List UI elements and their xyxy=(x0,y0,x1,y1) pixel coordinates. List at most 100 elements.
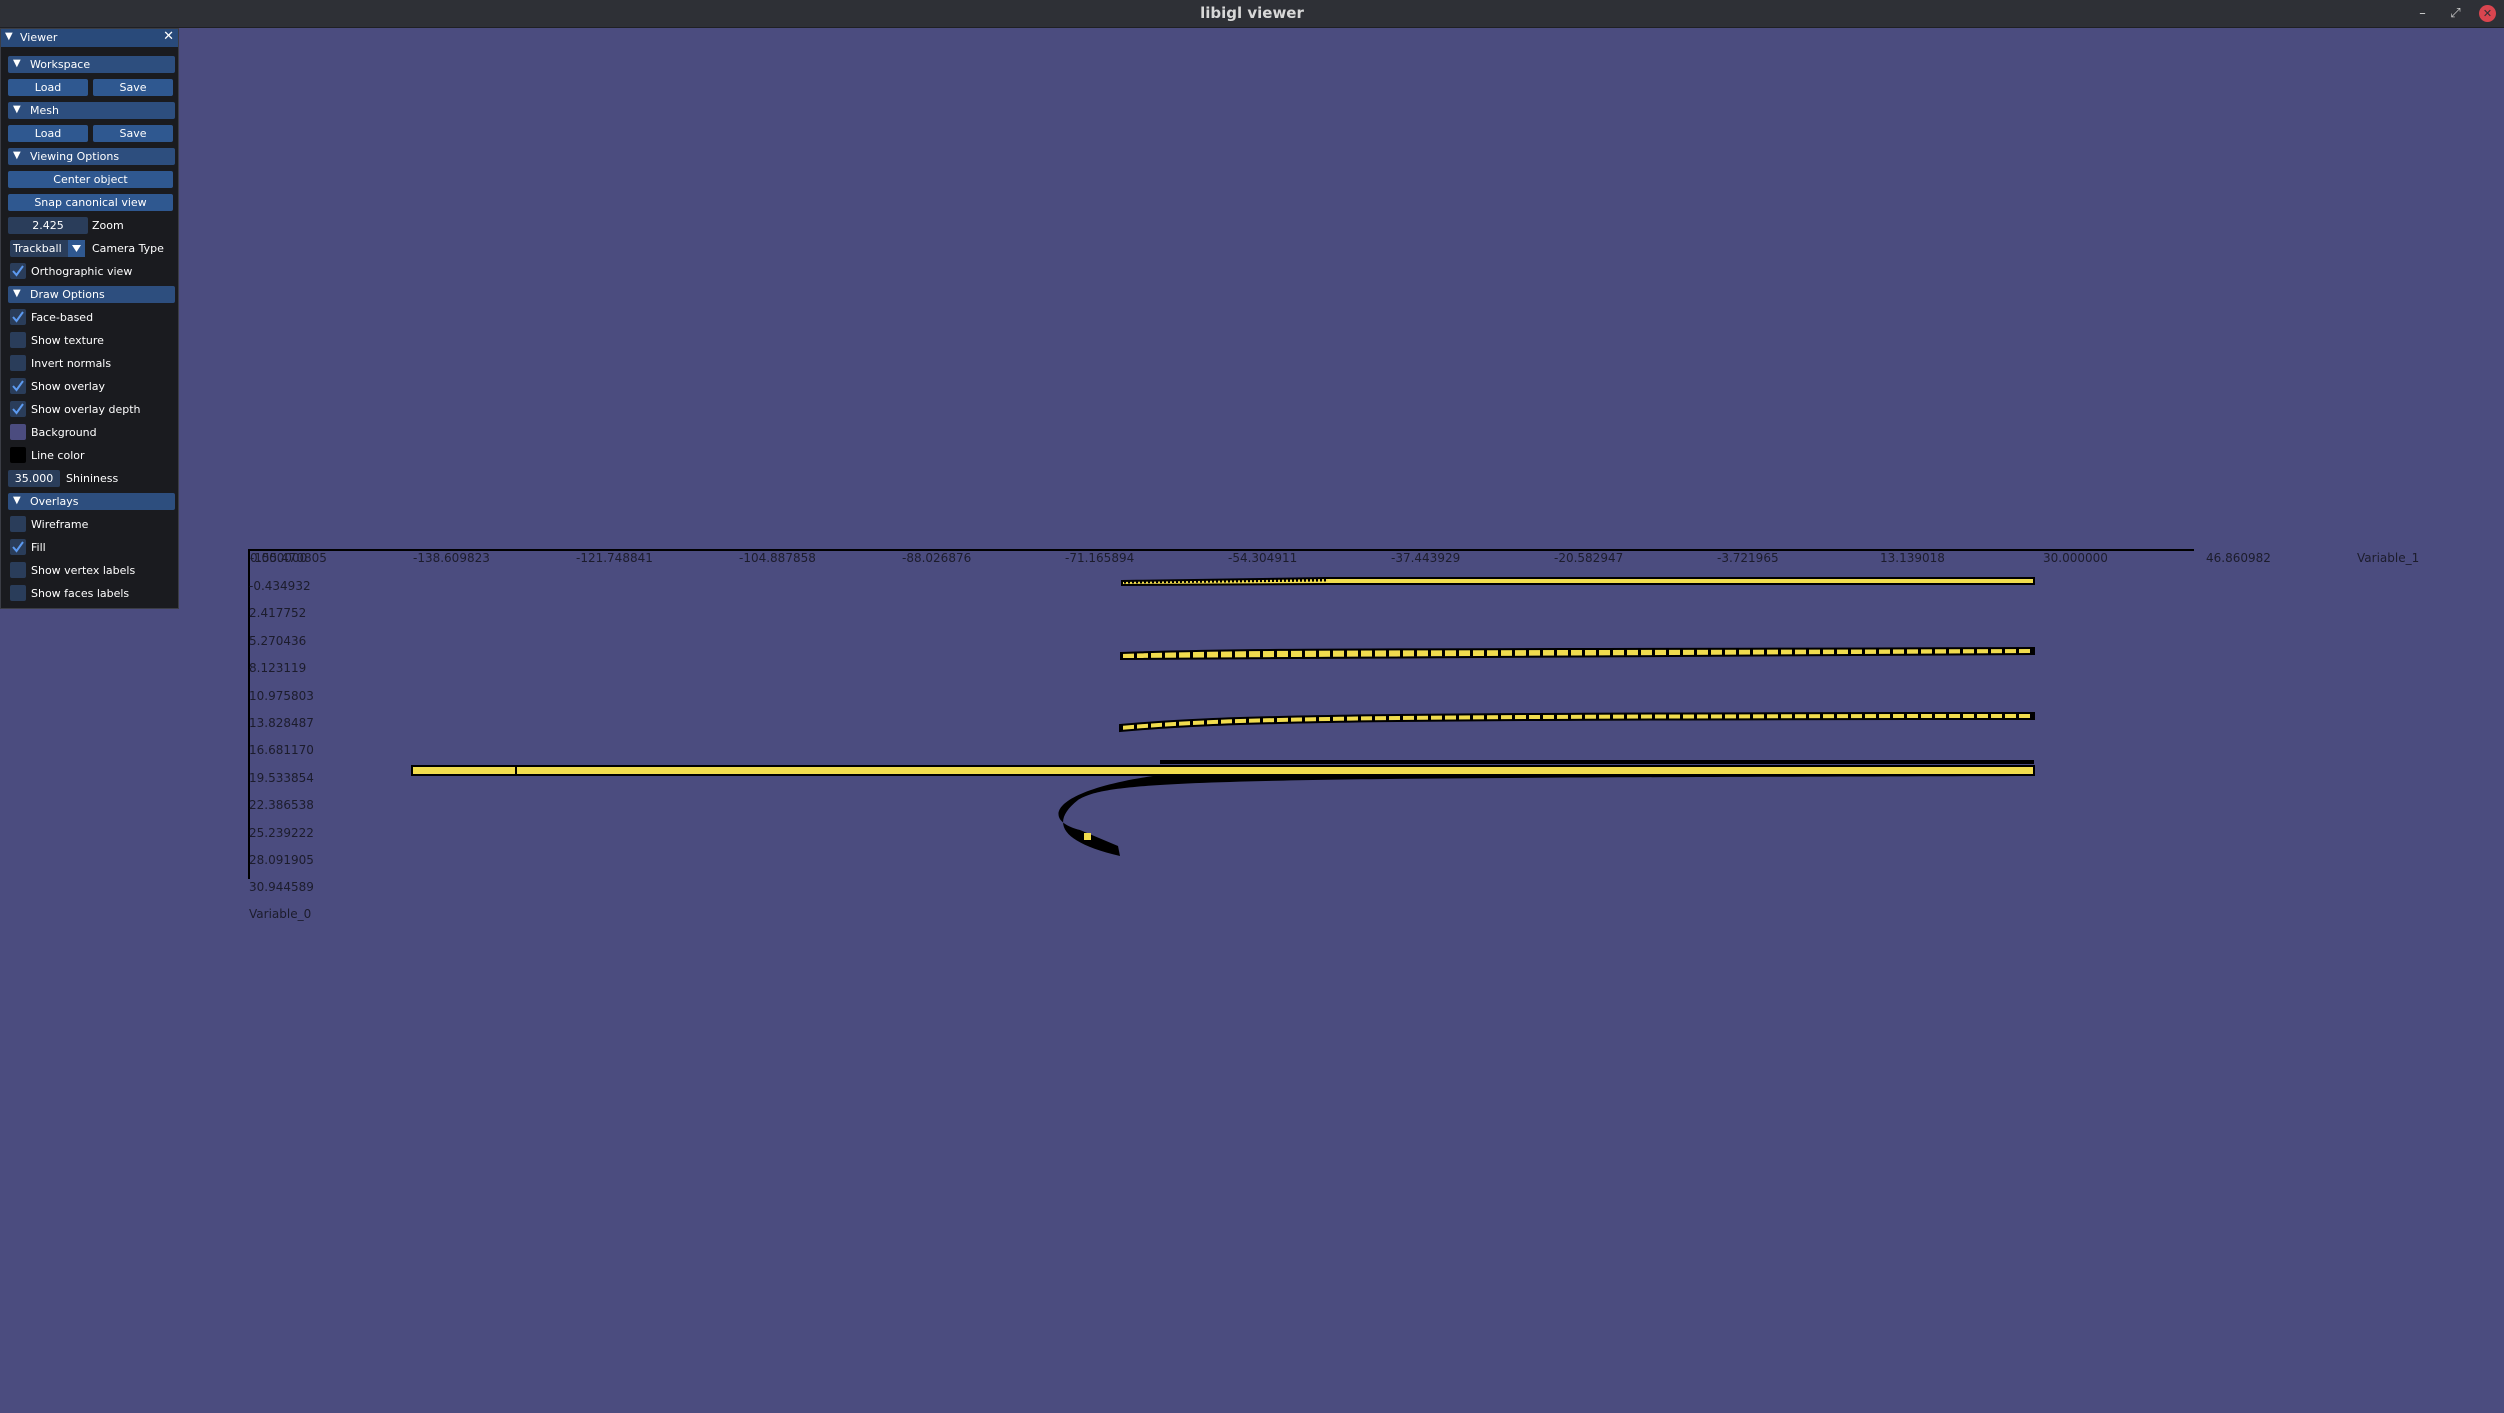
mesh-strip-3 xyxy=(1119,711,2035,733)
mesh-header[interactable]: ▼ Mesh xyxy=(8,102,175,119)
y-tick-label: 5.270436 xyxy=(249,634,307,648)
collapse-triangle-icon: ▼ xyxy=(13,58,21,69)
fill-checkbox[interactable] xyxy=(10,539,26,555)
check-icon xyxy=(12,403,24,415)
workspace-save-button[interactable]: Save xyxy=(93,79,173,96)
title-bar: libigl viewer – ⤢ ✕ xyxy=(0,0,2504,28)
wireframe-checkbox[interactable] xyxy=(10,516,26,532)
x-tick-label: -71.165894 xyxy=(1065,551,1135,565)
orthographic-view-label: Orthographic view xyxy=(31,265,133,278)
y-tick-label: 2.417752 xyxy=(249,606,307,620)
y-tick-label: 28.091905 xyxy=(249,853,314,867)
collapse-triangle-icon: ▼ xyxy=(13,104,21,115)
show-texture-checkbox[interactable] xyxy=(10,332,26,348)
x-tick-label: -37.443929 xyxy=(1391,551,1461,565)
fill-label: Fill xyxy=(31,541,46,554)
mesh-main-strip xyxy=(411,760,2035,776)
show-overlay-depth-checkbox[interactable] xyxy=(10,401,26,417)
line-color-swatch[interactable] xyxy=(10,447,26,463)
minimize-icon[interactable]: – xyxy=(2414,5,2431,22)
orthographic-view-checkbox[interactable] xyxy=(10,263,26,279)
mesh-load-button[interactable]: Load xyxy=(8,125,88,142)
y-tick-label: 16.681170 xyxy=(249,743,314,757)
mesh-hook xyxy=(1058,775,2034,856)
check-icon xyxy=(12,265,24,277)
window-title: libigl viewer xyxy=(1200,4,1304,22)
x-tick-label: -20.582947 xyxy=(1554,551,1624,565)
x-axis-label: Variable_1 xyxy=(2357,551,2420,565)
overlays-header[interactable]: ▼ Overlays xyxy=(8,493,175,510)
close-window-icon[interactable]: ✕ xyxy=(2479,5,2496,22)
mesh-strip-1 xyxy=(1121,577,2035,587)
line-color-label: Line color xyxy=(31,449,85,462)
viewer-panel-title-label: Viewer xyxy=(20,31,58,44)
origin-tick-label: 0.000000 xyxy=(250,551,308,565)
draw-options-header-label: Draw Options xyxy=(30,288,105,301)
mesh-save-button[interactable]: Save xyxy=(93,125,173,142)
show-texture-label: Show texture xyxy=(31,334,104,347)
show-overlay-label: Show overlay xyxy=(31,380,106,393)
workspace-header-label: Workspace xyxy=(30,58,91,71)
check-icon xyxy=(12,380,24,392)
viewer-panel-title[interactable]: ▼ Viewer ✕ xyxy=(1,29,178,47)
show-vertex-labels-checkbox[interactable] xyxy=(10,562,26,578)
check-icon xyxy=(12,311,24,323)
y-tick-label: 25.239222 xyxy=(249,826,314,840)
y-tick-label: 30.944589 xyxy=(249,880,314,894)
viewing-options-header-label: Viewing Options xyxy=(30,150,120,163)
y-tick-label: 13.828487 xyxy=(249,716,314,730)
x-tick-label: 30.000000 xyxy=(2043,551,2108,565)
zoom-input[interactable]: 2.425 xyxy=(8,217,88,234)
show-faces-labels-checkbox[interactable] xyxy=(10,585,26,601)
face-based-checkbox[interactable] xyxy=(10,309,26,325)
x-tick-label: 46.860982 xyxy=(2206,551,2271,565)
draw-options-header[interactable]: ▼ Draw Options xyxy=(8,286,175,303)
y-axis-label: Variable_0 xyxy=(249,907,312,921)
show-vertex-labels-label: Show vertex labels xyxy=(31,564,136,577)
viewer-panel: ▼ Viewer ✕ ▼ Workspace Load Save ▼ Mesh … xyxy=(0,28,179,609)
camera-type-value: Trackball xyxy=(13,242,62,255)
workspace-header[interactable]: ▼ Workspace xyxy=(8,56,175,73)
collapse-triangle-icon[interactable]: ▼ xyxy=(5,31,13,42)
x-tick-label: -121.748841 xyxy=(576,551,653,565)
x-tick-label: 13.139018 xyxy=(1880,551,1945,565)
y-tick-label: 22.386538 xyxy=(249,798,314,812)
collapse-triangle-icon: ▼ xyxy=(13,495,21,506)
collapse-triangle-icon: ▼ xyxy=(13,150,21,161)
close-panel-icon[interactable]: ✕ xyxy=(163,29,174,44)
camera-type-label: Camera Type xyxy=(92,242,164,255)
y-tick-label: 10.975803 xyxy=(249,689,314,703)
y-tick-label: 19.533854 xyxy=(249,771,314,785)
check-icon xyxy=(12,541,24,553)
mesh-strip-2 xyxy=(1120,646,2035,661)
show-overlay-depth-label: Show overlay depth xyxy=(31,403,141,416)
wireframe-label: Wireframe xyxy=(31,518,89,531)
mesh-viewport xyxy=(411,577,2035,856)
chevron-down-icon[interactable] xyxy=(68,240,85,257)
show-overlay-checkbox[interactable] xyxy=(10,378,26,394)
face-based-label: Face-based xyxy=(31,311,94,324)
maximize-icon[interactable]: ⤢ xyxy=(2447,5,2464,22)
viewing-options-header[interactable]: ▼ Viewing Options xyxy=(8,148,175,165)
shininess-input[interactable]: 35.000 xyxy=(8,470,60,487)
center-object-button[interactable]: Center object xyxy=(8,171,173,188)
snap-canonical-view-button[interactable]: Snap canonical view xyxy=(8,194,173,211)
shininess-label: Shininess xyxy=(66,472,119,485)
invert-normals-label: Invert normals xyxy=(31,357,112,370)
zoom-label: Zoom xyxy=(92,219,124,232)
workspace-load-button[interactable]: Load xyxy=(8,79,88,96)
camera-type-select[interactable]: Trackball xyxy=(10,240,85,257)
show-faces-labels-label: Show faces labels xyxy=(31,587,130,600)
y-tick-label: 8.123119 xyxy=(249,661,307,675)
x-tick-label: -54.304911 xyxy=(1228,551,1298,565)
x-tick-label: -138.609823 xyxy=(413,551,490,565)
x-tick-label: -88.026876 xyxy=(902,551,972,565)
x-tick-label: -104.887858 xyxy=(739,551,816,565)
collapse-triangle-icon: ▼ xyxy=(13,288,21,299)
mesh-header-label: Mesh xyxy=(30,104,59,117)
background-label: Background xyxy=(31,426,97,439)
y-tick-label: -0.434932 xyxy=(249,579,311,593)
background-color-swatch[interactable] xyxy=(10,424,26,440)
invert-normals-checkbox[interactable] xyxy=(10,355,26,371)
x-tick-label: -3.721965 xyxy=(1717,551,1779,565)
